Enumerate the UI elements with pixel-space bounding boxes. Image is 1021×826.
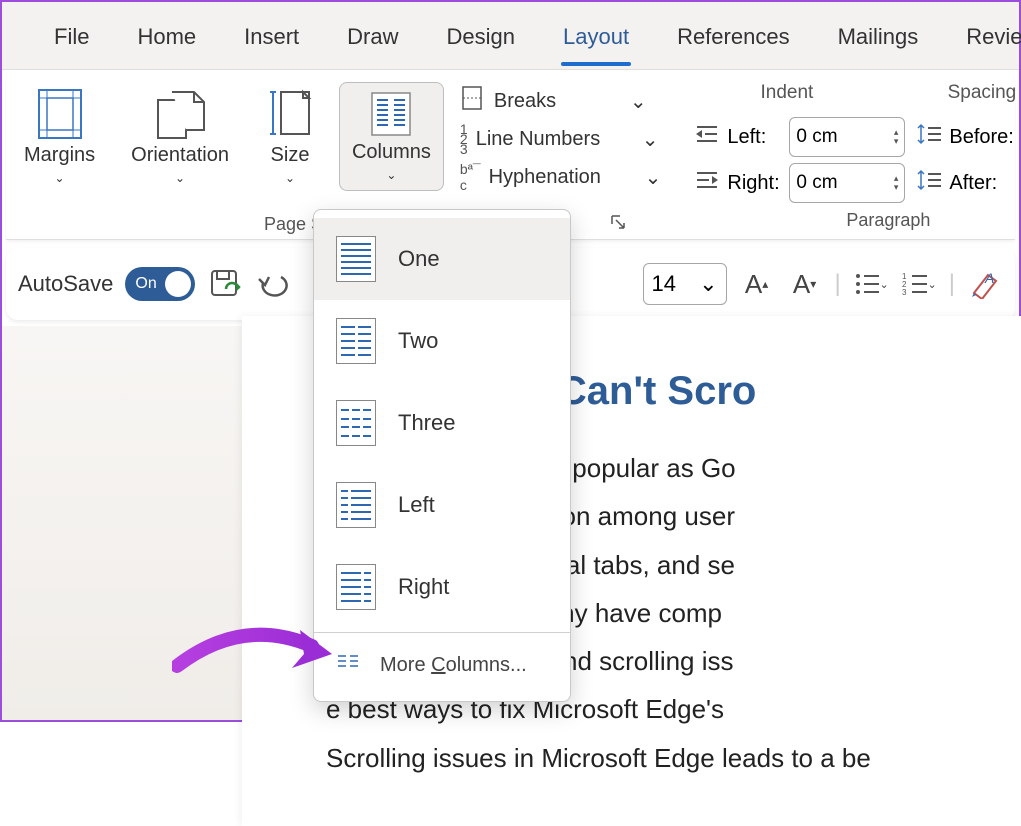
columns-icon: [366, 89, 416, 139]
chevron-down-icon: ⌄: [630, 89, 647, 114]
margins-label: Margins: [24, 144, 95, 167]
tab-insert[interactable]: Insert: [220, 16, 323, 69]
columns-option-label: One: [398, 246, 440, 272]
indent-header: Indent: [761, 82, 814, 104]
size-button[interactable]: Size ⌄: [253, 82, 327, 189]
columns-two-icon: [336, 318, 376, 364]
ribbon-tabs: File Home Insert Draw Design Layout Refe…: [2, 2, 1019, 70]
svg-text:3: 3: [902, 288, 907, 297]
tab-layout[interactable]: Layout: [539, 16, 653, 69]
font-size-input[interactable]: 14 ⌄: [643, 263, 727, 305]
indent-left-icon: [693, 123, 721, 151]
spinner-arrows-icon[interactable]: ▴▾: [894, 174, 899, 192]
tab-review[interactable]: Review: [942, 16, 1021, 69]
spacing-after-label: After:: [949, 172, 1021, 195]
tab-references[interactable]: References: [653, 16, 814, 69]
hyphenation-icon: bª¯c: [460, 161, 481, 193]
spacing-after-icon: [915, 169, 943, 197]
spinner-arrows-icon[interactable]: ▴▾: [894, 128, 899, 146]
tab-file[interactable]: File: [30, 16, 113, 69]
save-icon[interactable]: [207, 266, 243, 302]
autosave-state: On: [135, 275, 156, 293]
chevron-down-icon: ⌄: [175, 171, 185, 185]
chevron-down-icon: ⌄: [699, 271, 717, 297]
undo-icon[interactable]: [255, 266, 291, 302]
breaks-button[interactable]: Breaks ⌄: [460, 82, 661, 120]
autosave-label: AutoSave: [18, 271, 113, 297]
columns-option-label: Left: [398, 492, 435, 518]
line-numbers-button[interactable]: 123 Line Numbers ⌄: [460, 120, 661, 158]
columns-option-label: Right: [398, 574, 449, 600]
line-numbers-icon: 123: [460, 124, 468, 154]
chevron-down-icon: ⌄: [285, 171, 295, 185]
tab-design[interactable]: Design: [423, 16, 539, 69]
orientation-button[interactable]: Orientation ⌄: [119, 82, 241, 189]
svg-text:A: A: [984, 270, 994, 286]
columns-option-right[interactable]: Right: [314, 546, 570, 628]
indent-left-value: 0 cm: [796, 126, 837, 148]
orientation-label: Orientation: [131, 144, 229, 167]
more-columns-label: More Columns...: [380, 654, 527, 677]
columns-dropdown: One Two Three Left Right More Columns...: [313, 209, 571, 702]
autosave-toggle[interactable]: On: [125, 267, 195, 301]
size-label: Size: [271, 144, 310, 167]
indent-left-label: Left:: [727, 126, 783, 149]
increase-font-icon[interactable]: A▴: [739, 266, 775, 302]
indent-left-input[interactable]: 0 cm ▴▾: [789, 117, 905, 157]
menu-separator: [314, 632, 570, 633]
styles-icon[interactable]: A: [967, 266, 1003, 302]
columns-three-icon: [336, 400, 376, 446]
bullets-icon[interactable]: ⌄: [853, 266, 889, 302]
columns-option-left[interactable]: Left: [314, 464, 570, 546]
breaks-icon: [460, 85, 486, 117]
tab-draw[interactable]: Draw: [323, 16, 422, 69]
columns-option-two[interactable]: Two: [314, 300, 570, 382]
chevron-down-icon: ⌄: [386, 168, 396, 182]
font-size-value: 14: [652, 271, 676, 297]
indent-right-value: 0 cm: [796, 172, 837, 194]
paragraph-group-label: Paragraph: [693, 210, 1021, 231]
line-numbers-label: Line Numbers: [476, 128, 634, 151]
more-columns-option[interactable]: More Columns...: [314, 637, 570, 693]
columns-button[interactable]: Columns ⌄: [339, 82, 444, 191]
spacing-before-icon: [915, 123, 943, 151]
chevron-down-icon: ⌄: [642, 127, 659, 152]
breaks-label: Breaks: [494, 90, 622, 113]
margins-icon: [35, 86, 85, 142]
spacing-header: Spacing: [948, 82, 1017, 104]
columns-option-three[interactable]: Three: [314, 382, 570, 464]
margins-button[interactable]: Margins ⌄: [12, 82, 107, 189]
decrease-font-icon[interactable]: A▾: [787, 266, 823, 302]
tab-home[interactable]: Home: [113, 16, 220, 69]
indent-right-icon: [693, 169, 721, 197]
doc-paragraph: Scrolling issues in Microsoft Edge leads…: [326, 738, 989, 778]
hyphenation-button[interactable]: bª¯c Hyphenation ⌄: [460, 158, 661, 196]
tab-mailings[interactable]: Mailings: [814, 16, 943, 69]
indent-right-input[interactable]: 0 cm ▴▾: [789, 163, 905, 203]
numbering-icon[interactable]: 123⌄: [901, 266, 937, 302]
columns-option-label: Three: [398, 410, 455, 436]
indent-right-label: Right:: [727, 172, 783, 195]
page-setup-dialog-launcher[interactable]: [610, 214, 626, 235]
columns-option-label: Two: [398, 328, 438, 354]
hyphenation-label: Hyphenation: [489, 166, 637, 189]
spacing-before-label: Before:: [949, 126, 1021, 149]
columns-right-icon: [336, 564, 376, 610]
annotation-arrow-icon: [172, 606, 342, 691]
columns-one-icon: [336, 236, 376, 282]
columns-option-one[interactable]: One: [314, 218, 570, 300]
orientation-icon: [152, 86, 208, 142]
chevron-down-icon: ⌄: [645, 165, 662, 190]
columns-left-icon: [336, 482, 376, 528]
chevron-down-icon: ⌄: [55, 171, 65, 185]
columns-label: Columns: [352, 141, 431, 164]
size-icon: [265, 86, 315, 142]
